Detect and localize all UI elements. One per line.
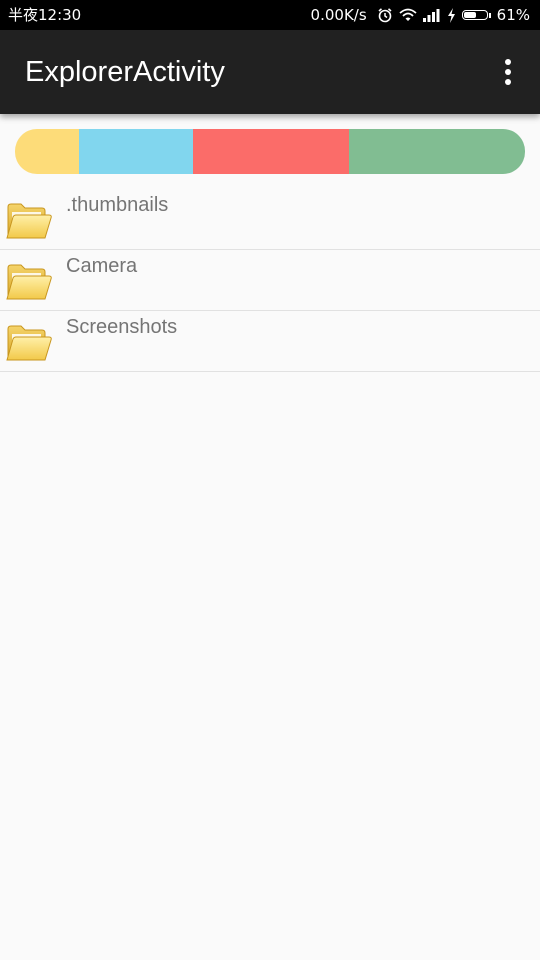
- list-item[interactable]: Screenshots: [0, 311, 540, 372]
- network-speed: 0.00K/s: [310, 6, 367, 24]
- signal-icon: [422, 8, 441, 22]
- folder-icon: [6, 201, 52, 241]
- storage-segment-2: [79, 129, 194, 174]
- storage-segment-4: [348, 129, 525, 174]
- list-item[interactable]: .thumbnails: [0, 189, 540, 250]
- status-time: 半夜12:30: [8, 6, 82, 24]
- status-bar: 半夜12:30 0.00K/s 61%: [0, 0, 540, 30]
- folder-icon: [6, 323, 52, 363]
- charging-icon: [447, 7, 456, 23]
- wifi-icon: [399, 8, 417, 22]
- file-name: Camera: [66, 255, 138, 277]
- file-name: Screenshots: [66, 316, 178, 338]
- battery-percent: 61%: [496, 6, 530, 24]
- file-name: .thumbnails: [66, 194, 169, 216]
- alarm-icon: [377, 7, 393, 23]
- status-indicators: 0.00K/s 61%: [311, 6, 530, 24]
- action-bar: ExplorerActivity: [0, 30, 540, 114]
- storage-usage-bar: [15, 129, 525, 174]
- storage-segment-3: [193, 129, 349, 174]
- list-item[interactable]: Camera: [0, 250, 540, 311]
- storage-segment-1: [15, 129, 80, 174]
- battery-icon: [461, 10, 491, 20]
- more-vert-icon[interactable]: [498, 56, 518, 88]
- page-title: ExplorerActivity: [25, 56, 225, 88]
- folder-icon: [6, 262, 52, 302]
- file-list: .thumbnails Camera Screenshots: [0, 189, 540, 372]
